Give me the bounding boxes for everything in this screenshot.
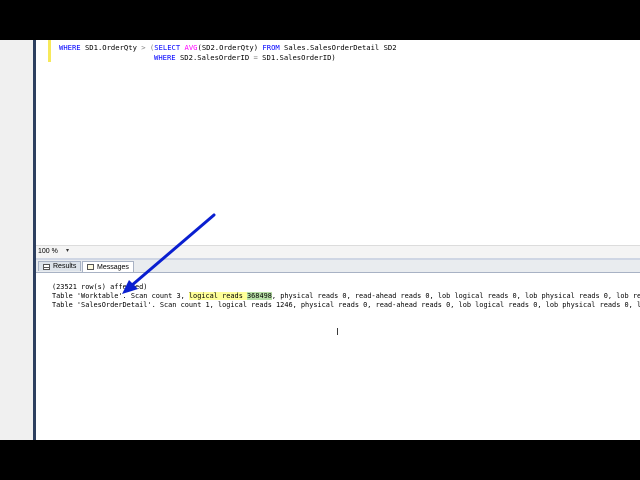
annotation-arrow-overlay xyxy=(122,213,216,294)
annotation-arrow-icon xyxy=(129,213,216,288)
